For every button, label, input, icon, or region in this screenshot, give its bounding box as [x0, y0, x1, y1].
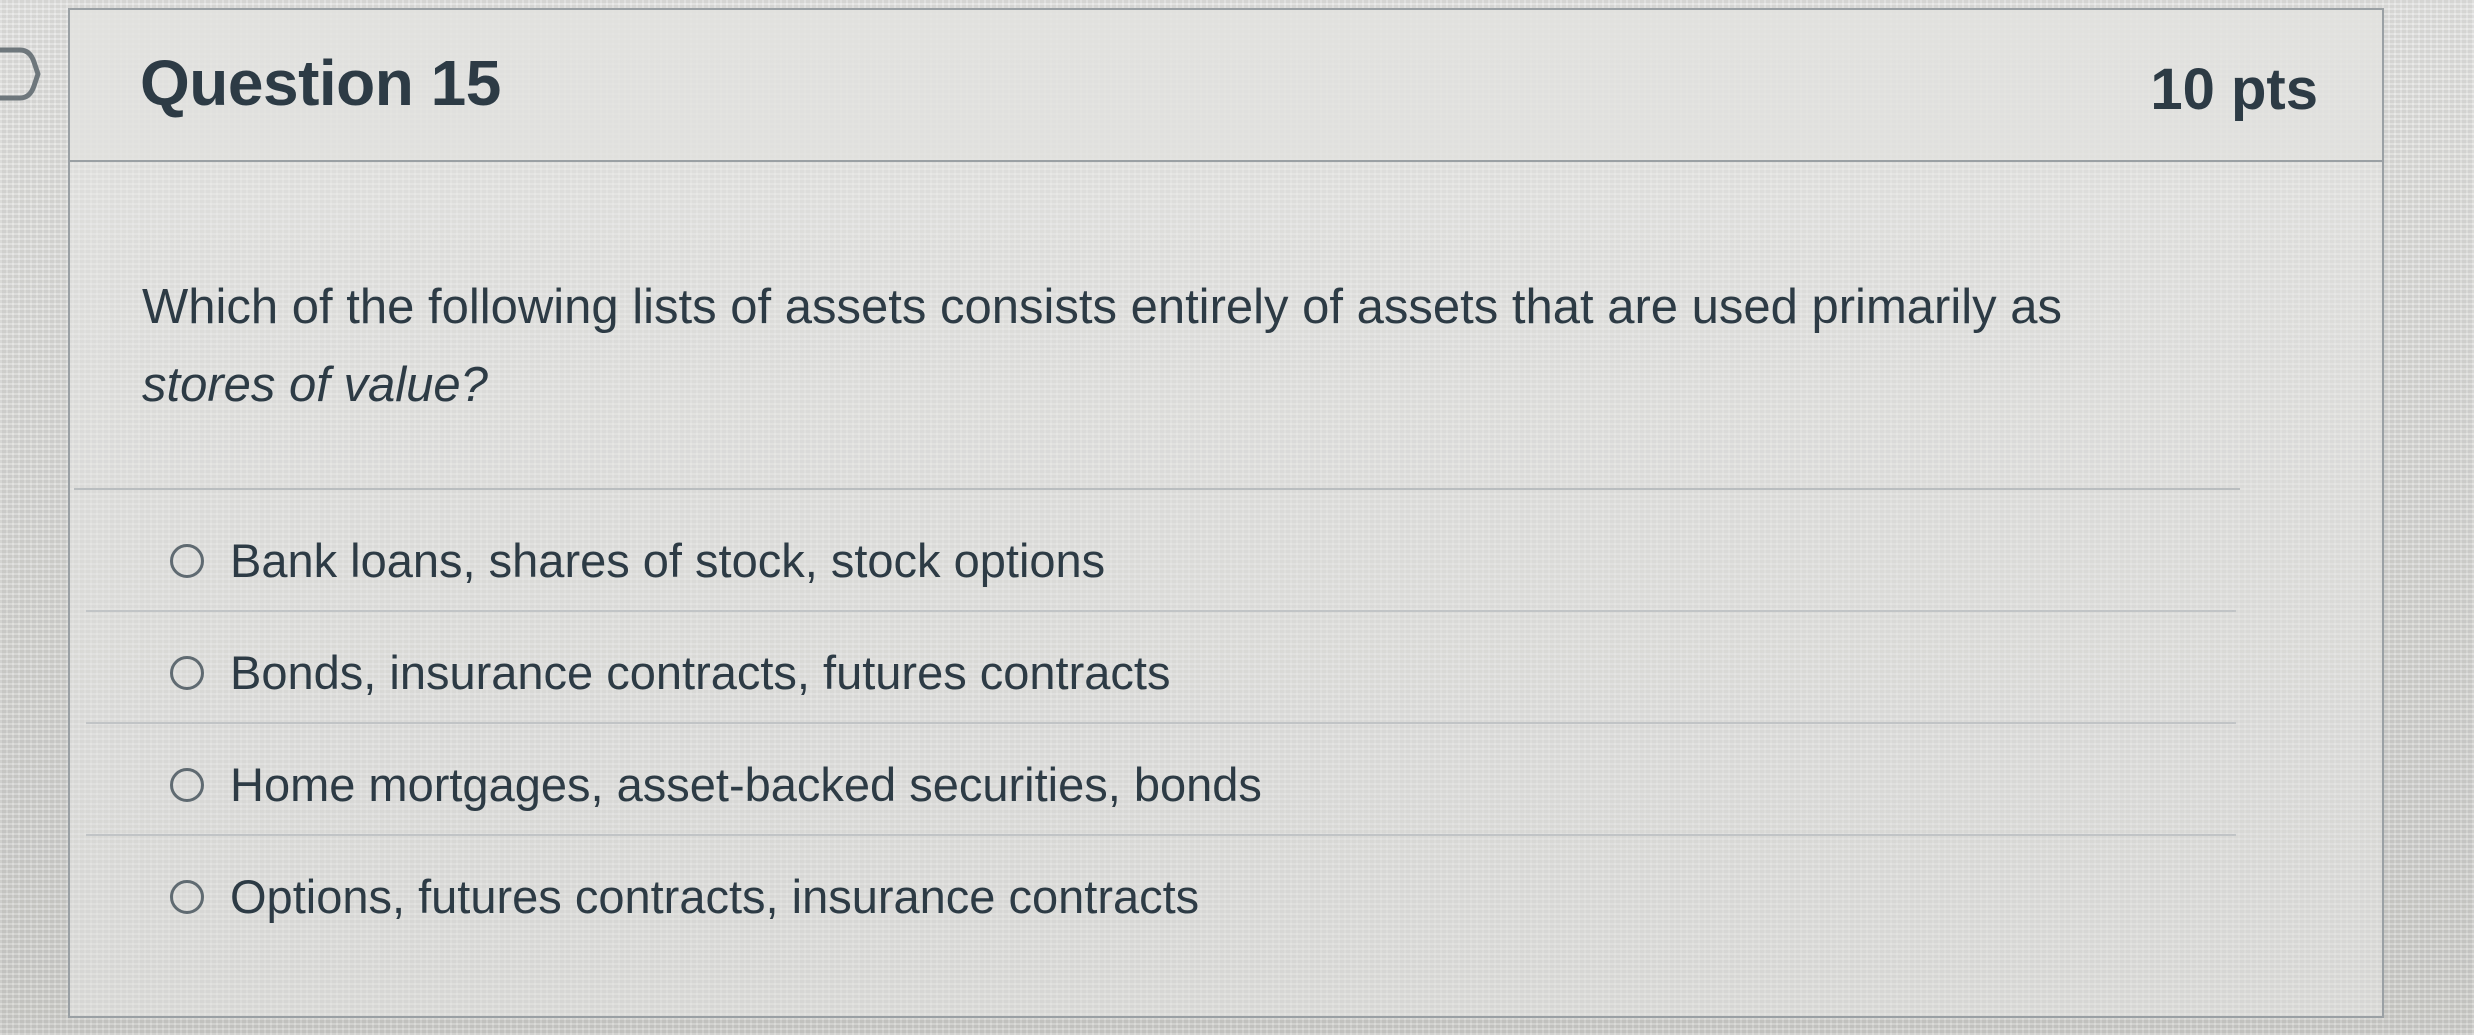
answer-option-4[interactable]: Options, futures contracts, insurance co… — [86, 836, 2236, 948]
answer-label[interactable]: Bank loans, shares of stock, stock optio… — [230, 532, 1105, 590]
answer-option-2[interactable]: Bonds, insurance contracts, futures cont… — [86, 612, 2236, 724]
radio-unchecked-icon[interactable] — [170, 880, 204, 914]
answer-option-1[interactable]: Bank loans, shares of stock, stock optio… — [86, 500, 2236, 612]
answer-label[interactable]: Options, futures contracts, insurance co… — [230, 868, 1199, 926]
question-text-main: Which of the following lists of assets c… — [142, 280, 2062, 334]
radio-unchecked-icon[interactable] — [170, 768, 204, 802]
chevron-right-icon[interactable] — [0, 44, 50, 104]
radio-unchecked-icon[interactable] — [170, 656, 204, 690]
question-text: Which of the following lists of assets c… — [142, 268, 2292, 424]
answer-list: Bank loans, shares of stock, stock optio… — [86, 500, 2236, 948]
question-title: Question 15 — [140, 47, 501, 119]
answer-label[interactable]: Bonds, insurance contracts, futures cont… — [230, 644, 1170, 702]
radio-unchecked-icon[interactable] — [170, 544, 204, 578]
question-points: 10 pts — [2150, 57, 2318, 122]
question-header: Question 15 10 pts — [70, 10, 2382, 162]
answer-label[interactable]: Home mortgages, asset-backed securities,… — [230, 756, 1262, 814]
answer-option-3[interactable]: Home mortgages, asset-backed securities,… — [86, 724, 2236, 836]
question-divider — [74, 488, 2240, 490]
question-text-emphasis: stores of value? — [142, 358, 488, 412]
